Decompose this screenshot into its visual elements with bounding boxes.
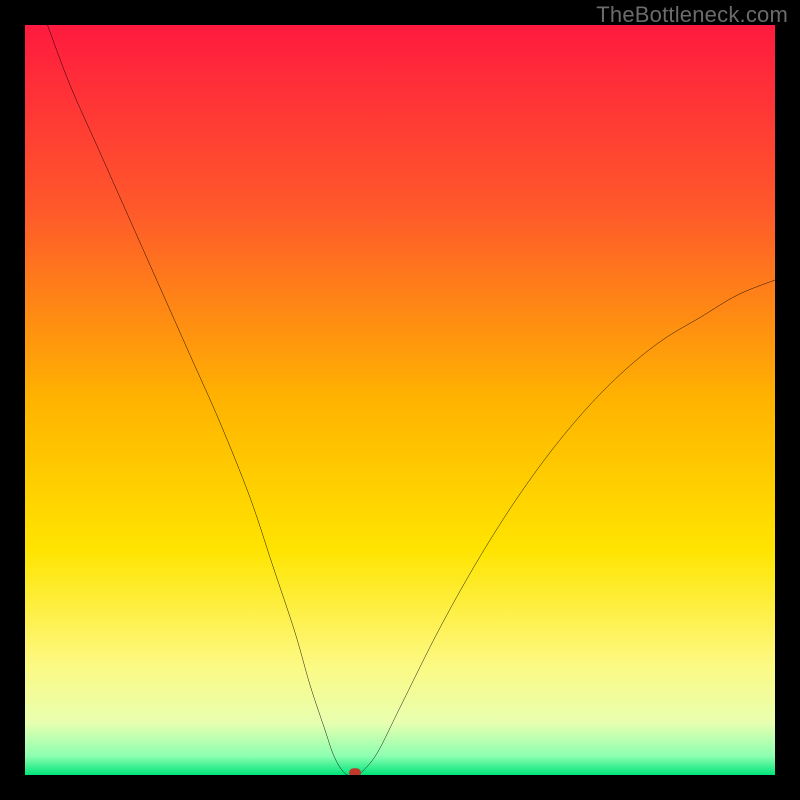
optimal-point-marker — [349, 768, 361, 775]
bottleneck-chart — [25, 25, 775, 775]
gradient-background — [25, 25, 775, 775]
chart-frame: TheBottleneck.com — [0, 0, 800, 800]
watermark-text: TheBottleneck.com — [596, 2, 788, 28]
